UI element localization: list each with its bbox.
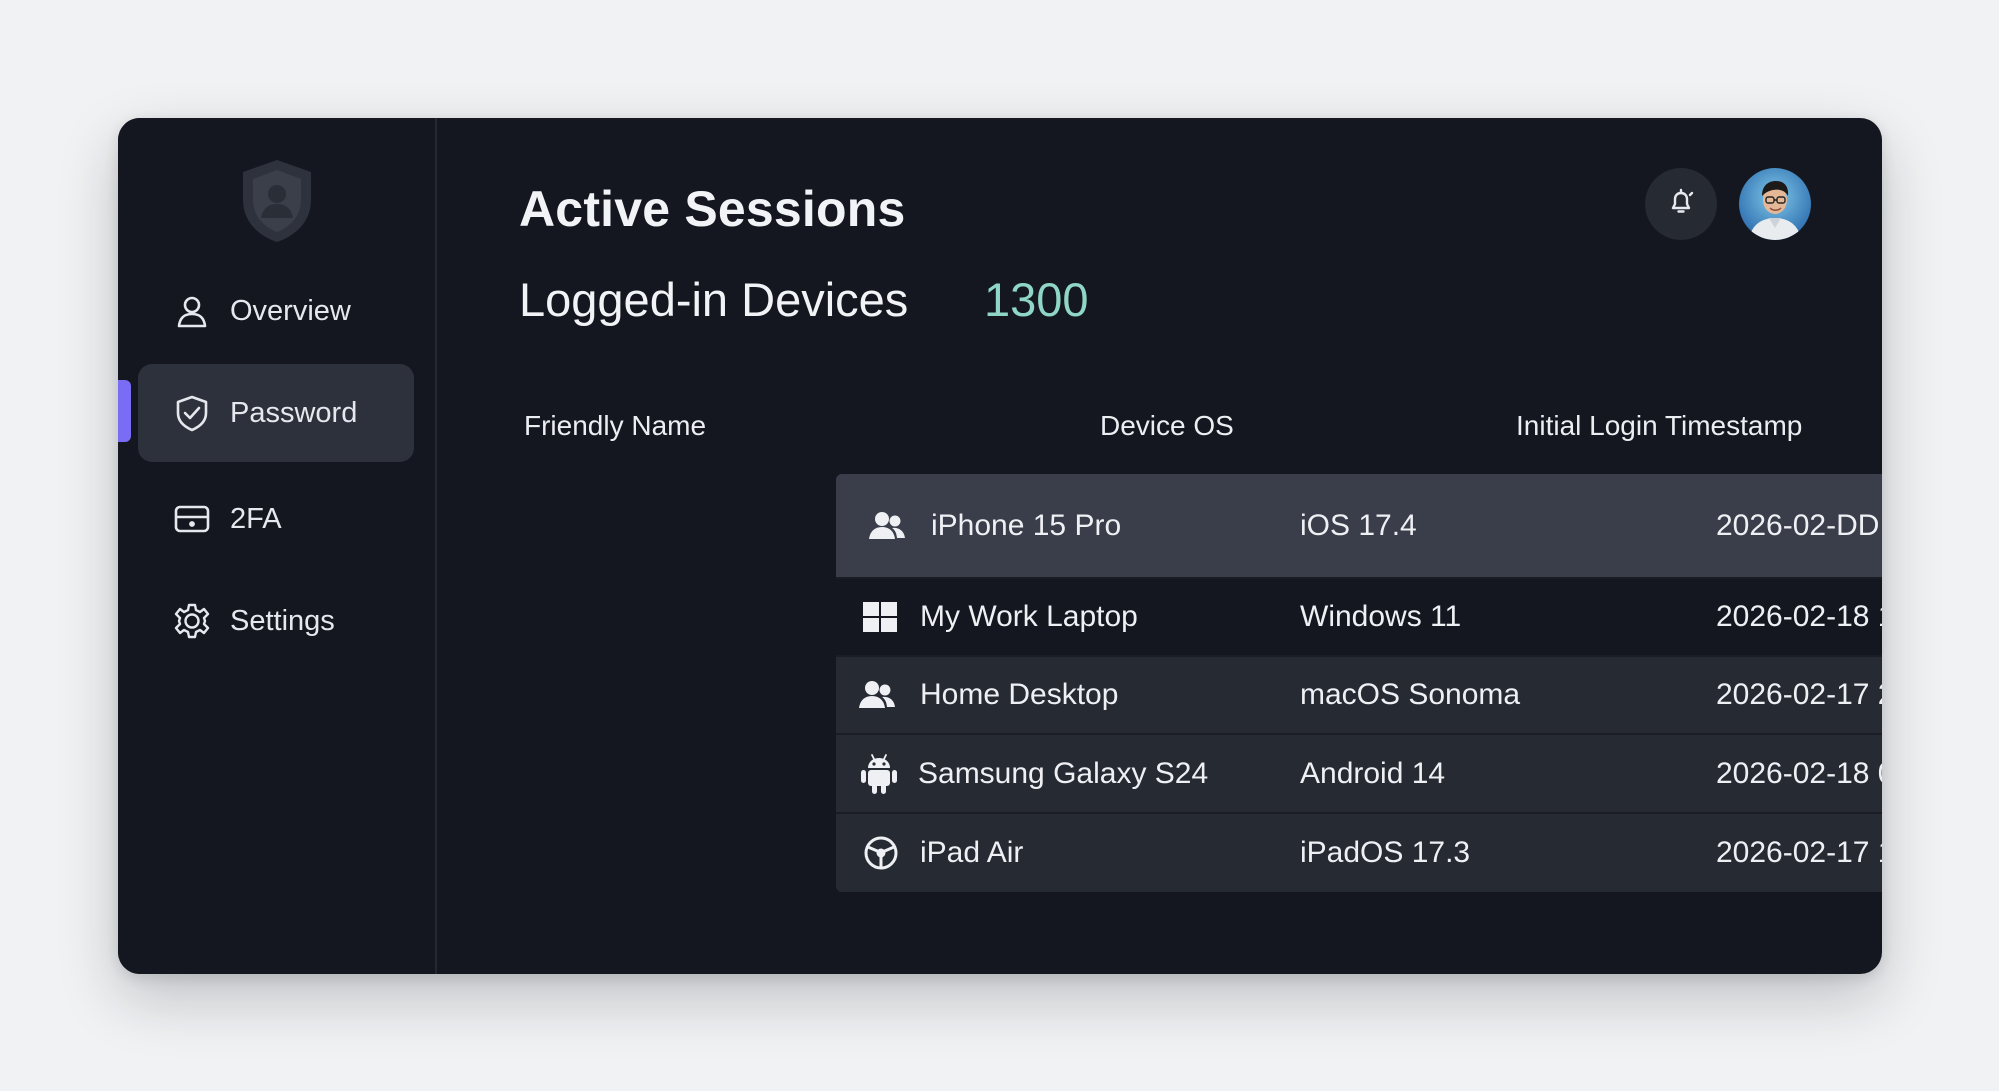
user-icon — [172, 291, 212, 331]
windows-icon — [862, 578, 898, 656]
device-name: iPad Air — [920, 835, 1024, 869]
notifications-button[interactable] — [1645, 168, 1717, 240]
main-content: Active Sessions Logged-in Devices 1300 F… — [439, 118, 1882, 974]
login-timestamp: 2026-02-17 19:50:30Z — [1716, 835, 1882, 869]
users-icon — [868, 474, 906, 578]
sidebar-item-settings[interactable]: Settings — [138, 572, 414, 670]
sidebar-item-password[interactable]: Password — [138, 364, 414, 462]
sidebar-item-label: Overview — [230, 294, 351, 327]
device-os: iPadOS 17.3 — [1300, 835, 1471, 869]
android-icon — [860, 734, 898, 813]
sidebar-item-label: Settings — [230, 604, 335, 637]
shield-check-icon — [172, 393, 212, 433]
column-header-device-os[interactable]: Device OS — [1100, 410, 1234, 442]
active-nav-indicator — [118, 380, 131, 442]
page-title: Active Sessions — [519, 181, 906, 237]
table-row[interactable]: My Work Laptop Windows 11 2026-02-18 10:15… — [836, 578, 1882, 656]
row-divider — [836, 812, 1882, 814]
gear-icon — [172, 601, 212, 641]
table-row[interactable]: iPhone 15 Pro iOS 17.4 2026-02-DD 14:30:00… — [836, 474, 1882, 578]
devices-subtitle: Logged-in Devices — [519, 273, 909, 326]
device-os: Android 14 — [1300, 756, 1446, 790]
sidebar-item-label: 2FA — [230, 502, 282, 535]
device-name: iPhone 15 Pro — [931, 509, 1122, 542]
login-timestamp: 2026-02-18 10:15:22Z — [1716, 600, 1882, 633]
device-os: iOS 17.4 — [1300, 509, 1417, 542]
table-row[interactable]: Home Desktop macOS Sonoma 2026-02-17 22:05… — [836, 656, 1882, 734]
app-window: Overview Password 2FA Settings Active Sessi… — [118, 118, 1882, 974]
column-header-friendly-name[interactable]: Friendly Name — [524, 410, 706, 442]
sidebar: Overview Password 2FA Settings — [118, 118, 437, 974]
device-os: Windows 11 — [1300, 600, 1462, 633]
users-icon — [858, 656, 896, 734]
bell-alert-icon — [1665, 186, 1697, 223]
sessions-table: iPhone 15 Pro iOS 17.4 2026-02-DD 14:30:00… — [836, 474, 1882, 892]
row-divider — [836, 577, 1882, 579]
device-os: macOS Sonoma — [1300, 678, 1521, 711]
column-header-login-timestamp[interactable]: Initial Login Timestamp — [1516, 410, 1802, 442]
device-name: My Work Laptop — [920, 600, 1138, 633]
table-row[interactable]: iPad Air iPadOS 17.3 2026-02-17 19:50:30Z — [836, 813, 1882, 892]
shield-user-icon — [239, 158, 315, 244]
row-divider — [836, 733, 1882, 735]
user-avatar[interactable] — [1739, 168, 1811, 240]
table-row[interactable]: Samsung Galaxy S24 Android 14 2026-02-18 0… — [836, 734, 1882, 813]
device-count: 1300 — [984, 273, 1089, 326]
row-divider — [836, 655, 1882, 657]
sidebar-item-2fa[interactable]: 2FA — [138, 470, 414, 568]
device-name: Samsung Galaxy S24 — [918, 756, 1209, 790]
login-timestamp: 2026-02-DD 14:30:00Z — [1716, 509, 1882, 542]
steering-wheel-icon — [862, 813, 900, 892]
device-name: Home Desktop — [920, 678, 1119, 711]
login-timestamp: 2026-02-17 22:05:01Z — [1716, 678, 1882, 711]
login-timestamp: 2026-02-18 08:45:10Z — [1716, 756, 1882, 790]
device-card-icon — [172, 499, 212, 539]
sidebar-item-label: Password — [230, 396, 358, 429]
sidebar-item-overview[interactable]: Overview — [138, 262, 414, 360]
